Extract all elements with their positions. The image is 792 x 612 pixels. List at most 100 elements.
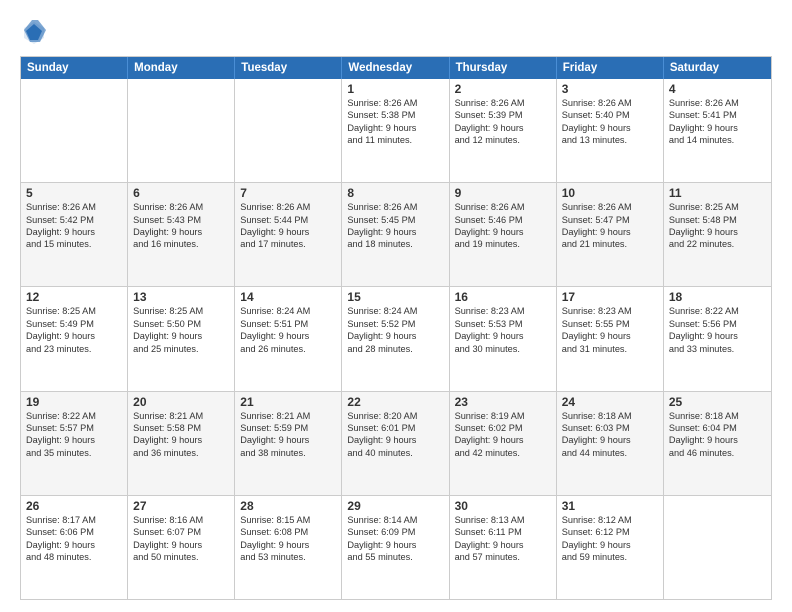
calendar-cell: 29Sunrise: 8:14 AM Sunset: 6:09 PM Dayli… (342, 496, 449, 599)
header-day-thursday: Thursday (450, 57, 557, 79)
cell-text: Sunrise: 8:26 AM Sunset: 5:40 PM Dayligh… (562, 97, 658, 147)
header-day-sunday: Sunday (21, 57, 128, 79)
day-number: 4 (669, 82, 766, 96)
day-number: 12 (26, 290, 122, 304)
cell-text: Sunrise: 8:13 AM Sunset: 6:11 PM Dayligh… (455, 514, 551, 564)
calendar-cell: 5Sunrise: 8:26 AM Sunset: 5:42 PM Daylig… (21, 183, 128, 286)
cell-text: Sunrise: 8:26 AM Sunset: 5:39 PM Dayligh… (455, 97, 551, 147)
calendar-cell: 19Sunrise: 8:22 AM Sunset: 5:57 PM Dayli… (21, 392, 128, 495)
day-number: 10 (562, 186, 658, 200)
calendar-row-5: 26Sunrise: 8:17 AM Sunset: 6:06 PM Dayli… (21, 495, 771, 599)
calendar-row-1: 1Sunrise: 8:26 AM Sunset: 5:38 PM Daylig… (21, 79, 771, 182)
calendar-cell: 22Sunrise: 8:20 AM Sunset: 6:01 PM Dayli… (342, 392, 449, 495)
day-number: 26 (26, 499, 122, 513)
cell-text: Sunrise: 8:26 AM Sunset: 5:43 PM Dayligh… (133, 201, 229, 251)
cell-text: Sunrise: 8:17 AM Sunset: 6:06 PM Dayligh… (26, 514, 122, 564)
day-number: 15 (347, 290, 443, 304)
day-number: 9 (455, 186, 551, 200)
header-day-tuesday: Tuesday (235, 57, 342, 79)
calendar-cell (21, 79, 128, 182)
cell-text: Sunrise: 8:26 AM Sunset: 5:45 PM Dayligh… (347, 201, 443, 251)
calendar-cell: 27Sunrise: 8:16 AM Sunset: 6:07 PM Dayli… (128, 496, 235, 599)
cell-text: Sunrise: 8:26 AM Sunset: 5:44 PM Dayligh… (240, 201, 336, 251)
day-number: 19 (26, 395, 122, 409)
calendar-cell: 23Sunrise: 8:19 AM Sunset: 6:02 PM Dayli… (450, 392, 557, 495)
logo (20, 18, 52, 46)
calendar-cell: 28Sunrise: 8:15 AM Sunset: 6:08 PM Dayli… (235, 496, 342, 599)
calendar: SundayMondayTuesdayWednesdayThursdayFrid… (20, 56, 772, 600)
calendar-cell: 2Sunrise: 8:26 AM Sunset: 5:39 PM Daylig… (450, 79, 557, 182)
day-number: 31 (562, 499, 658, 513)
cell-text: Sunrise: 8:14 AM Sunset: 6:09 PM Dayligh… (347, 514, 443, 564)
calendar-row-4: 19Sunrise: 8:22 AM Sunset: 5:57 PM Dayli… (21, 391, 771, 495)
cell-text: Sunrise: 8:21 AM Sunset: 5:58 PM Dayligh… (133, 410, 229, 460)
day-number: 11 (669, 186, 766, 200)
day-number: 23 (455, 395, 551, 409)
page: SundayMondayTuesdayWednesdayThursdayFrid… (0, 0, 792, 612)
day-number: 24 (562, 395, 658, 409)
calendar-cell: 14Sunrise: 8:24 AM Sunset: 5:51 PM Dayli… (235, 287, 342, 390)
calendar-cell: 18Sunrise: 8:22 AM Sunset: 5:56 PM Dayli… (664, 287, 771, 390)
calendar-cell: 20Sunrise: 8:21 AM Sunset: 5:58 PM Dayli… (128, 392, 235, 495)
calendar-cell: 17Sunrise: 8:23 AM Sunset: 5:55 PM Dayli… (557, 287, 664, 390)
cell-text: Sunrise: 8:26 AM Sunset: 5:42 PM Dayligh… (26, 201, 122, 251)
day-number: 2 (455, 82, 551, 96)
calendar-row-2: 5Sunrise: 8:26 AM Sunset: 5:42 PM Daylig… (21, 182, 771, 286)
cell-text: Sunrise: 8:26 AM Sunset: 5:46 PM Dayligh… (455, 201, 551, 251)
cell-text: Sunrise: 8:25 AM Sunset: 5:50 PM Dayligh… (133, 305, 229, 355)
calendar-cell: 4Sunrise: 8:26 AM Sunset: 5:41 PM Daylig… (664, 79, 771, 182)
cell-text: Sunrise: 8:22 AM Sunset: 5:56 PM Dayligh… (669, 305, 766, 355)
cell-text: Sunrise: 8:26 AM Sunset: 5:38 PM Dayligh… (347, 97, 443, 147)
day-number: 30 (455, 499, 551, 513)
header-day-wednesday: Wednesday (342, 57, 449, 79)
day-number: 5 (26, 186, 122, 200)
day-number: 3 (562, 82, 658, 96)
cell-text: Sunrise: 8:23 AM Sunset: 5:55 PM Dayligh… (562, 305, 658, 355)
calendar-cell: 30Sunrise: 8:13 AM Sunset: 6:11 PM Dayli… (450, 496, 557, 599)
cell-text: Sunrise: 8:22 AM Sunset: 5:57 PM Dayligh… (26, 410, 122, 460)
calendar-cell (128, 79, 235, 182)
calendar-cell (235, 79, 342, 182)
calendar-cell: 6Sunrise: 8:26 AM Sunset: 5:43 PM Daylig… (128, 183, 235, 286)
calendar-cell (664, 496, 771, 599)
cell-text: Sunrise: 8:24 AM Sunset: 5:51 PM Dayligh… (240, 305, 336, 355)
calendar-cell: 31Sunrise: 8:12 AM Sunset: 6:12 PM Dayli… (557, 496, 664, 599)
calendar-cell: 8Sunrise: 8:26 AM Sunset: 5:45 PM Daylig… (342, 183, 449, 286)
calendar-cell: 13Sunrise: 8:25 AM Sunset: 5:50 PM Dayli… (128, 287, 235, 390)
calendar-body: 1Sunrise: 8:26 AM Sunset: 5:38 PM Daylig… (21, 79, 771, 599)
cell-text: Sunrise: 8:21 AM Sunset: 5:59 PM Dayligh… (240, 410, 336, 460)
logo-icon (20, 18, 48, 46)
cell-text: Sunrise: 8:23 AM Sunset: 5:53 PM Dayligh… (455, 305, 551, 355)
calendar-cell: 1Sunrise: 8:26 AM Sunset: 5:38 PM Daylig… (342, 79, 449, 182)
day-number: 20 (133, 395, 229, 409)
day-number: 21 (240, 395, 336, 409)
cell-text: Sunrise: 8:26 AM Sunset: 5:41 PM Dayligh… (669, 97, 766, 147)
cell-text: Sunrise: 8:26 AM Sunset: 5:47 PM Dayligh… (562, 201, 658, 251)
calendar-cell: 25Sunrise: 8:18 AM Sunset: 6:04 PM Dayli… (664, 392, 771, 495)
calendar-cell: 16Sunrise: 8:23 AM Sunset: 5:53 PM Dayli… (450, 287, 557, 390)
cell-text: Sunrise: 8:20 AM Sunset: 6:01 PM Dayligh… (347, 410, 443, 460)
calendar-cell: 3Sunrise: 8:26 AM Sunset: 5:40 PM Daylig… (557, 79, 664, 182)
calendar-cell: 11Sunrise: 8:25 AM Sunset: 5:48 PM Dayli… (664, 183, 771, 286)
day-number: 25 (669, 395, 766, 409)
calendar-cell: 26Sunrise: 8:17 AM Sunset: 6:06 PM Dayli… (21, 496, 128, 599)
day-number: 8 (347, 186, 443, 200)
calendar-cell: 12Sunrise: 8:25 AM Sunset: 5:49 PM Dayli… (21, 287, 128, 390)
day-number: 16 (455, 290, 551, 304)
cell-text: Sunrise: 8:12 AM Sunset: 6:12 PM Dayligh… (562, 514, 658, 564)
day-number: 29 (347, 499, 443, 513)
calendar-row-3: 12Sunrise: 8:25 AM Sunset: 5:49 PM Dayli… (21, 286, 771, 390)
day-number: 28 (240, 499, 336, 513)
cell-text: Sunrise: 8:15 AM Sunset: 6:08 PM Dayligh… (240, 514, 336, 564)
cell-text: Sunrise: 8:24 AM Sunset: 5:52 PM Dayligh… (347, 305, 443, 355)
header-day-friday: Friday (557, 57, 664, 79)
header-day-monday: Monday (128, 57, 235, 79)
day-number: 22 (347, 395, 443, 409)
cell-text: Sunrise: 8:25 AM Sunset: 5:48 PM Dayligh… (669, 201, 766, 251)
calendar-cell: 21Sunrise: 8:21 AM Sunset: 5:59 PM Dayli… (235, 392, 342, 495)
calendar-header: SundayMondayTuesdayWednesdayThursdayFrid… (21, 57, 771, 79)
day-number: 7 (240, 186, 336, 200)
day-number: 1 (347, 82, 443, 96)
calendar-cell: 24Sunrise: 8:18 AM Sunset: 6:03 PM Dayli… (557, 392, 664, 495)
cell-text: Sunrise: 8:25 AM Sunset: 5:49 PM Dayligh… (26, 305, 122, 355)
